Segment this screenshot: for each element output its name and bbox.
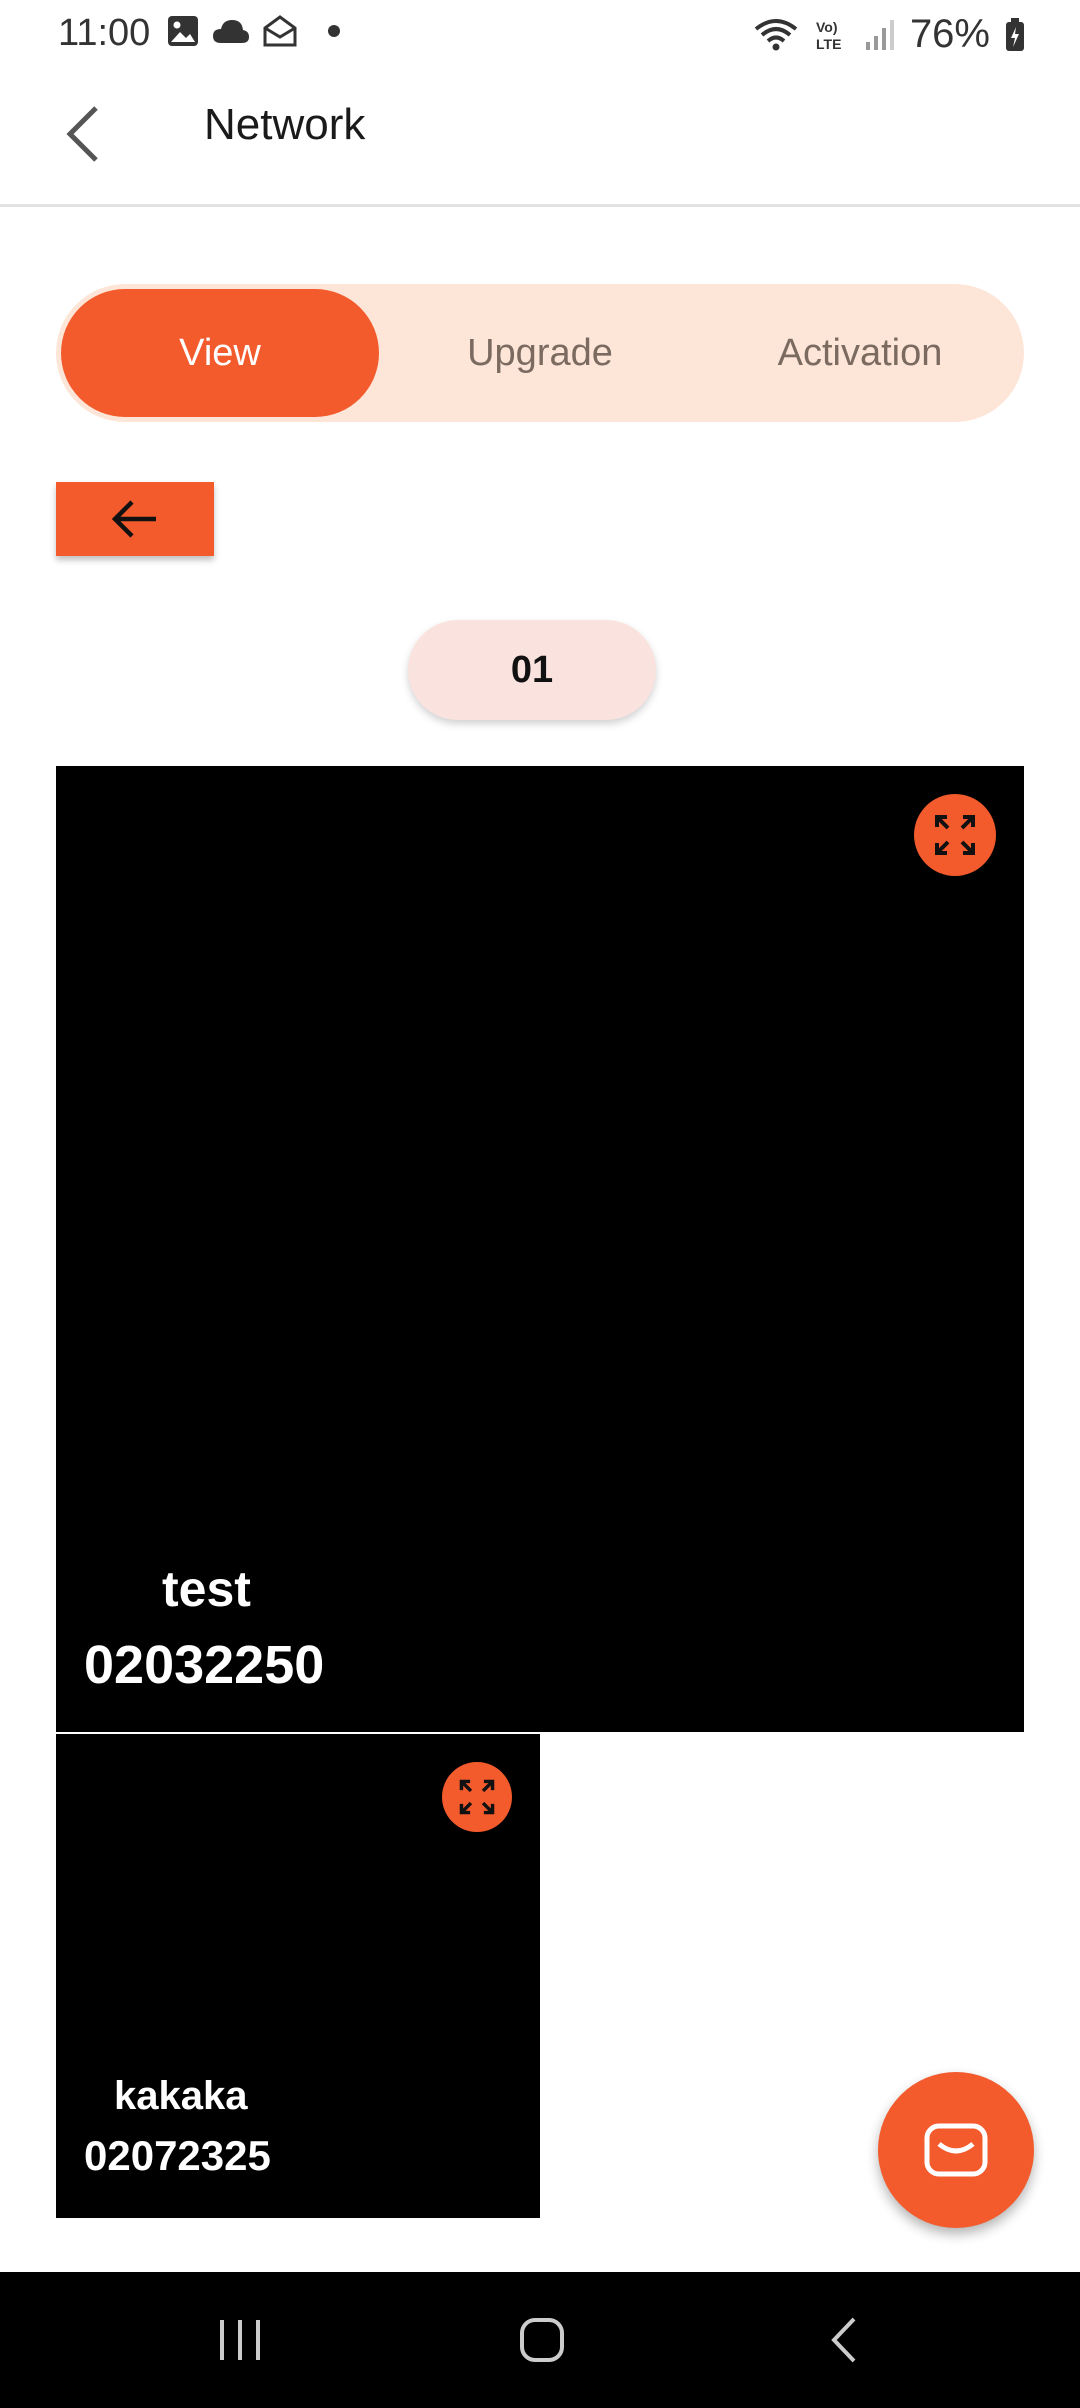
device-tile[interactable]: test 02032250: [56, 766, 1024, 1732]
mail-open-icon: [263, 15, 297, 47]
signal-icon: [865, 19, 894, 50]
app-header: Network: [0, 70, 1080, 207]
message-icon: [924, 2123, 988, 2177]
tab-activation[interactable]: Activation: [701, 289, 1019, 417]
back-button[interactable]: [52, 94, 112, 174]
battery-icon: [1006, 17, 1024, 51]
tile-number: 02072325: [84, 2132, 271, 2179]
expand-icon: [935, 815, 975, 855]
tab-upgrade[interactable]: Upgrade: [381, 289, 699, 417]
back-icon: [831, 2317, 856, 2363]
device-tile[interactable]: kakaka 02072325: [56, 1734, 540, 2218]
arrow-left-icon: [111, 500, 156, 538]
page-indicator: 01: [408, 620, 656, 720]
segmented-tabs: View Upgrade Activation: [56, 284, 1024, 422]
battery-percent: 76%: [909, 12, 990, 56]
chevron-left-icon: [66, 106, 98, 162]
tile-name: kakaka: [114, 2074, 248, 2118]
svg-text:LTE: LTE: [816, 36, 841, 52]
expand-icon: [459, 1779, 495, 1815]
status-bar: 11:00 Vo) LTE 76%: [0, 0, 1080, 70]
system-back-button[interactable]: [804, 2302, 884, 2378]
status-time: 11:00: [58, 12, 151, 54]
home-icon: [520, 2318, 564, 2362]
volte-icon: Vo) LTE: [816, 19, 841, 52]
home-button[interactable]: [502, 2302, 582, 2378]
dot-icon: [328, 25, 340, 37]
message-fab[interactable]: [878, 2072, 1034, 2228]
recents-button[interactable]: [200, 2302, 280, 2378]
status-system-icons: Vo) LTE 76%: [752, 12, 1026, 57]
previous-button[interactable]: [56, 482, 214, 556]
svg-text:Vo): Vo): [816, 19, 838, 35]
status-notification-icons: [166, 14, 342, 48]
system-nav-bar: [0, 2272, 1080, 2408]
tile-number: 02032250: [84, 1635, 325, 1695]
expand-button[interactable]: [914, 794, 996, 876]
expand-button[interactable]: [442, 1762, 512, 1832]
image-icon: [168, 16, 198, 46]
recents-icon: [220, 2320, 260, 2360]
tab-view[interactable]: View: [61, 289, 379, 417]
page-title: Network: [204, 100, 366, 149]
wifi-icon: [754, 18, 798, 50]
cloud-icon: [213, 20, 249, 43]
tile-name: test: [162, 1561, 251, 1617]
